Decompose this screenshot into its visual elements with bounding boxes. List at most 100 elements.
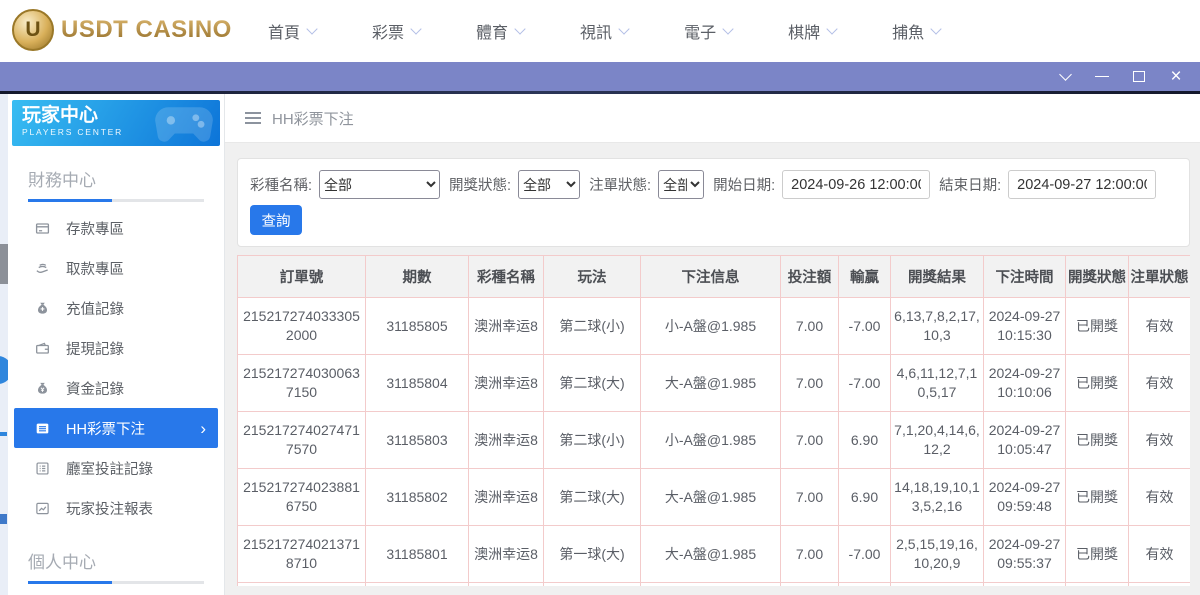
lottery-name-select[interactable]: 全部	[319, 170, 441, 199]
sidebar-item-player-bet-report[interactable]: 玩家投注報表	[8, 488, 224, 528]
order-status-select[interactable]: 全部	[658, 170, 705, 199]
gamepad-icon	[152, 102, 216, 146]
cell-play-type: 第二球(大)	[543, 468, 641, 526]
cell-draw-status: 已開獎	[1065, 354, 1129, 412]
sidebar-item-deposit[interactable]: 存款專區	[8, 208, 224, 248]
cell-draw-result: 6,13,7,8,2,17,10,3	[890, 297, 984, 355]
section-divider	[28, 581, 204, 584]
recharge-bag-icon	[35, 301, 50, 316]
cell-order-no: 2152172740274717570	[237, 411, 366, 469]
sidebar-item-withdraw[interactable]: 取款專區	[8, 248, 224, 288]
page-title: HH彩票下注	[272, 110, 354, 128]
cell-bet-info: 小-A盤@1.985	[640, 297, 781, 355]
cell-bet-amount: 7.00	[780, 525, 839, 583]
cell-draw-result: 4,6,11,12,7,10,5,17	[890, 354, 984, 412]
nav-item-label: 視訊	[580, 25, 613, 42]
col-header-bet-time: 下注時間	[983, 255, 1066, 298]
cell-bet-info: 大-A盤@1.985	[640, 525, 781, 583]
chevron-down-icon	[306, 23, 318, 35]
sidebar-item-withdraw-record[interactable]: 提現記錄	[8, 328, 224, 368]
cell-draw-status: 已開獎	[1065, 468, 1129, 526]
col-header-period: 期數	[365, 255, 469, 298]
nav-item-label: 電子	[684, 25, 717, 42]
col-header-draw-result: 開獎結果	[890, 255, 984, 298]
sidebar-item-room-bet-record[interactable]: 廳室投註記錄	[8, 448, 224, 488]
cell-bet-time: 2024-09-27 10:15:30	[983, 297, 1066, 355]
cell-order-no: 2152172740300637150	[237, 354, 366, 412]
col-header-win-loss: 輸贏	[838, 255, 891, 298]
nav-item-6[interactable]: 捕魚	[892, 19, 942, 43]
nav-item-0[interactable]: 首頁	[268, 19, 318, 43]
content-area: 彩種名稱: 全部 開獎狀態: 全部 注單狀態: 全部 開始日期: 結束日期: 查…	[225, 144, 1200, 595]
chevron-down-icon	[930, 23, 942, 35]
cell-draw-result: 7,1,20,4,14,6,12,2	[890, 411, 984, 469]
col-header-order-status: 注單狀態	[1128, 255, 1190, 298]
sidebar: 玩家中心 PLAYERS CENTER 財務中心 存款專區 取款專區 充值記錄 提現記錄…	[8, 94, 225, 595]
cell-order-status: 有效	[1128, 411, 1190, 469]
draw-status-label: 開獎狀態:	[449, 178, 512, 194]
cell-lottery-name: 澳洲幸运8	[468, 525, 544, 583]
cell-lottery-name: 澳洲幸运8	[468, 468, 544, 526]
cell-order-no: 2152172740333052000	[237, 297, 366, 355]
cell-bet-time: 2024-09-27 10:05:47	[983, 411, 1066, 469]
sidebar-section-title: 個人中心	[28, 553, 96, 572]
close-icon[interactable]: ×	[1168, 67, 1184, 86]
table-row: 2152172740213718710 31185801 澳洲幸运8 第一球(大) 大-…	[237, 525, 1190, 583]
col-header-order-no: 訂單號	[237, 255, 366, 298]
cell-bet-info: 大-A盤@1.985	[640, 354, 781, 412]
cell-draw-result: 14,18,19,10,13,5,2,16	[890, 468, 984, 526]
cell-bet-amount: 7.00	[780, 468, 839, 526]
section-divider	[28, 199, 204, 202]
cell-win-loss: -7.00	[838, 354, 891, 412]
cell-draw-status: 已開獎	[1065, 297, 1129, 355]
sidebar-item-recharge-record[interactable]: 充值記錄	[8, 288, 224, 328]
end-date-input[interactable]	[1008, 170, 1157, 199]
cell-lottery-name: 澳洲幸运8	[468, 354, 544, 412]
cell-period: 31185801	[365, 525, 469, 583]
sidebar-item-funds-record[interactable]: 資金記錄	[8, 368, 224, 408]
table-row-partial	[237, 582, 1190, 586]
nav-item-5[interactable]: 棋牌	[788, 19, 838, 43]
table-row: 2152172740333052000 31185805 澳洲幸运8 第二球(小) 小-…	[237, 297, 1190, 355]
cell-draw-status: 已開獎	[1065, 411, 1129, 469]
sidebar-item-announcements[interactable]: 消息公告	[8, 590, 224, 595]
nav-item-3[interactable]: 視訊	[580, 19, 630, 43]
table-row: 2152172740274717570 31185803 澳洲幸运8 第二球(小) 小-…	[237, 411, 1190, 469]
logo-text: USDT CASINO	[61, 16, 232, 43]
sidebar-item-hh-lottery-bets[interactable]: HH彩票下注 ›	[14, 408, 218, 448]
sidebar-item-label: 提現記錄	[66, 341, 124, 358]
deposit-card-icon	[35, 221, 50, 236]
nav-item-2[interactable]: 體育	[476, 19, 526, 43]
draw-status-select[interactable]: 全部	[518, 170, 581, 199]
cell-play-type: 第一球(大)	[543, 525, 641, 583]
cell-bet-info: 大-A盤@1.985	[640, 468, 781, 526]
nav-item-4[interactable]: 電子	[684, 19, 734, 43]
sidebar-item-label: HH彩票下注	[66, 421, 145, 438]
hamburger-icon[interactable]	[245, 112, 261, 124]
end-date-label: 結束日期:	[939, 178, 1002, 194]
cell-win-loss: -7.00	[838, 297, 891, 355]
search-button[interactable]: 查詢	[250, 205, 302, 235]
main-menu: 首頁 彩票 體育 視訊 電子 棋牌 捕魚	[268, 0, 942, 62]
col-header-lottery-name: 彩種名稱	[468, 255, 544, 298]
nav-item-1[interactable]: 彩票	[372, 19, 422, 43]
site-logo[interactable]: U USDT CASINO	[12, 9, 232, 51]
cell-play-type: 第二球(大)	[543, 354, 641, 412]
cell-win-loss: 6.90	[838, 411, 891, 469]
nav-item-label: 捕魚	[892, 25, 925, 42]
cell-order-status: 有效	[1128, 468, 1190, 526]
cell-bet-time: 2024-09-27 10:10:06	[983, 354, 1066, 412]
cell-win-loss: 6.90	[838, 468, 891, 526]
start-date-input[interactable]	[782, 170, 931, 199]
cell-bet-time: 2024-09-27 09:55:37	[983, 525, 1066, 583]
sidebar-item-label: 廳室投註記錄	[66, 461, 153, 478]
col-header-bet-amount: 投注額	[780, 255, 839, 298]
cell-period: 31185804	[365, 354, 469, 412]
breadcrumb: HH彩票下注	[225, 94, 1200, 143]
minimize-icon[interactable]	[1094, 69, 1110, 85]
maximize-icon[interactable]	[1131, 69, 1147, 85]
cell-bet-amount: 7.00	[780, 354, 839, 412]
collapse-chevron-icon[interactable]	[1057, 67, 1073, 85]
withdraw-hand-icon	[35, 261, 50, 276]
nav-item-label: 彩票	[372, 25, 405, 42]
